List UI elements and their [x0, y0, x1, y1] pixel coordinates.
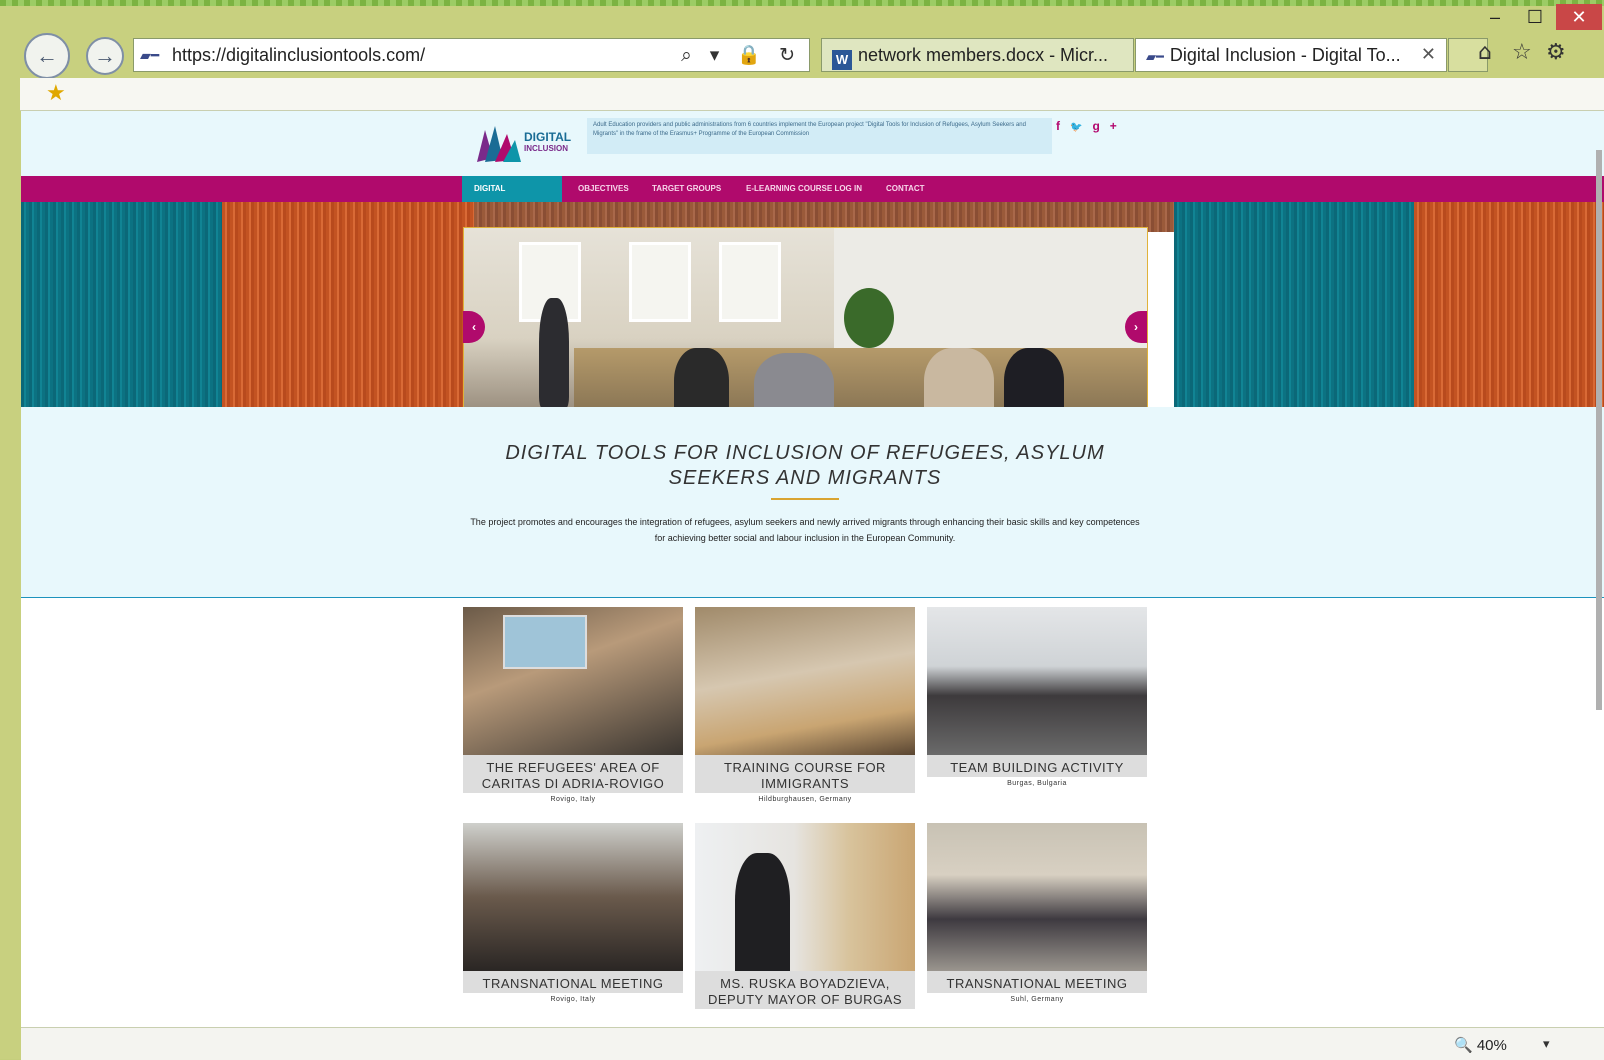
close-tab-icon[interactable]: ✕ — [1421, 44, 1436, 65]
gallery-card[interactable]: TRANSNATIONAL MEETING Suhl, Germany — [927, 823, 1147, 1003]
photo-element — [719, 242, 781, 322]
tab-digital-inclusion[interactable]: ▰━ Digital Inclusion - Digital To... ✕ — [1135, 38, 1447, 72]
maximize-button[interactable]: ☐ — [1518, 4, 1552, 30]
site-favicon-icon: ▰━ — [1146, 50, 1164, 65]
card-caption: TEAM BUILDING ACTIVITY — [927, 755, 1147, 777]
card-caption: TRANSNATIONAL MEETING — [463, 971, 683, 993]
page-scrollbar[interactable] — [1596, 150, 1602, 710]
card-photo — [927, 823, 1147, 971]
photo-element — [844, 288, 894, 348]
close-window-button[interactable]: ✕ — [1556, 4, 1602, 30]
photo-element — [539, 298, 569, 408]
url-text[interactable]: https://digitalinclusiontools.com/ — [172, 45, 425, 66]
window-top-edge — [0, 0, 1604, 6]
browser-window: – ☐ ✕ ← → ▰━ https://digitalinclusiontoo… — [0, 0, 1604, 1060]
card-caption: MS. RUSKA BOYADZIEVA, DEPUTY MAYOR OF BU… — [695, 971, 915, 1009]
card-location: Hildburghausen, Germany — [758, 796, 852, 803]
gallery-card[interactable]: MS. RUSKA BOYADZIEVA, DEPUTY MAYOR OF BU… — [695, 823, 915, 1012]
logo-icon[interactable] — [475, 124, 521, 164]
address-bar[interactable]: ▰━ https://digitalinclusiontools.com/ ⌕ … — [133, 38, 810, 72]
minimize-button[interactable]: – — [1478, 4, 1512, 30]
photo-element — [735, 853, 790, 971]
tagline: Adult Education providers and public adm… — [587, 118, 1052, 154]
word-icon: W — [832, 50, 852, 70]
main-menu: DIGITAL INCLUSION OBJECTIVES TARGET GROU… — [21, 176, 1604, 219]
card-caption: THE REFUGEES' AREA OF CARITAS DI ADRIA-R… — [463, 755, 683, 793]
status-bar: 🔍 40% ▾ — [21, 1027, 1604, 1060]
tab-label: network members.docx - Micr... — [858, 45, 1109, 65]
zoom-dropdown-icon[interactable]: ▾ — [1543, 1036, 1550, 1052]
logo-main: DIGITAL — [524, 130, 572, 144]
arrow-right-icon: → — [94, 43, 116, 68]
photo-element — [629, 242, 691, 322]
card-location: Rovigo, Italy — [550, 796, 596, 803]
card-location: Burgas, Bulgaria — [1007, 780, 1067, 787]
menu-elearning-login[interactable]: E-LEARNING COURSE LOG IN — [734, 176, 874, 202]
card-location: Suhl, Germany — [1010, 996, 1064, 1003]
photo-element — [503, 615, 587, 669]
card-photo — [463, 607, 683, 755]
page-title: DIGITAL TOOLS FOR INCLUSION OF REFUGEES,… — [505, 442, 1105, 489]
settings-gear-icon[interactable]: ⚙ — [1546, 40, 1566, 65]
add-favorite-icon[interactable]: ★ — [46, 81, 66, 106]
tab-label: Digital Inclusion - Digital To... — [1169, 45, 1401, 65]
menu-contact[interactable]: CONTACT — [874, 176, 937, 202]
banner-texture — [222, 202, 474, 407]
googleplus-icon[interactable]: g+ — [1092, 119, 1126, 133]
back-button[interactable]: ← — [24, 33, 70, 79]
tab-word-document[interactable]: Wnetwork members.docx - Micr... — [821, 38, 1134, 72]
gallery-card[interactable]: THE REFUGEES' AREA OF CARITAS DI ADRIA-R… — [463, 607, 683, 803]
banner-texture — [1414, 202, 1604, 407]
site-header: DIGITAL INCLUSION Adult Education provid… — [21, 111, 1604, 177]
card-photo — [927, 607, 1147, 755]
favorites-bar: ★ — [20, 78, 1604, 111]
card-photo — [695, 607, 915, 755]
gallery-card[interactable]: TRANSNATIONAL MEETING Rovigo, Italy — [463, 823, 683, 1003]
facebook-icon[interactable]: f — [1056, 119, 1070, 133]
card-location: Rovigo, Italy — [550, 996, 596, 1003]
logo-text[interactable]: DIGITAL INCLUSION — [524, 130, 572, 154]
intro-section — [21, 407, 1604, 598]
zoom-level[interactable]: 🔍 40% — [1454, 1036, 1507, 1054]
card-caption: TRAINING COURSE FOR IMMIGRANTS — [695, 755, 915, 793]
card-caption: TRANSNATIONAL MEETING — [927, 971, 1147, 993]
home-icon[interactable]: ⌂ — [1478, 40, 1492, 65]
page-viewport: DIGITAL INCLUSION Adult Education provid… — [21, 111, 1604, 1027]
banner-texture — [21, 202, 222, 407]
card-photo — [695, 823, 915, 971]
card-photo — [463, 823, 683, 971]
forward-button[interactable]: → — [86, 37, 124, 75]
banner-texture — [1174, 202, 1414, 407]
address-tools-icons[interactable]: ⌕ ▾ 🔒 ↻ — [681, 43, 801, 66]
twitter-icon[interactable]: 🐦 — [1070, 122, 1092, 133]
title-divider — [771, 498, 839, 500]
menu-digital-inclusion[interactable]: DIGITAL INCLUSION — [462, 176, 562, 219]
page-description: The project promotes and encourages the … — [470, 517, 1140, 543]
arrow-left-icon: ← — [36, 43, 58, 68]
slider-photo — [463, 227, 1148, 429]
menu-objectives[interactable]: OBJECTIVES — [566, 176, 641, 202]
logo-sub: INCLUSION — [524, 144, 568, 153]
gallery-card[interactable]: TEAM BUILDING ACTIVITY Burgas, Bulgaria — [927, 607, 1147, 787]
site-favicon-icon: ▰━ — [140, 48, 160, 64]
favorites-star-icon[interactable]: ☆ — [1512, 40, 1532, 65]
gallery-card[interactable]: TRAINING COURSE FOR IMMIGRANTS Hildburgh… — [695, 607, 915, 803]
menu-target-groups[interactable]: TARGET GROUPS — [640, 176, 733, 202]
social-links: f🐦g+ — [1056, 119, 1127, 133]
